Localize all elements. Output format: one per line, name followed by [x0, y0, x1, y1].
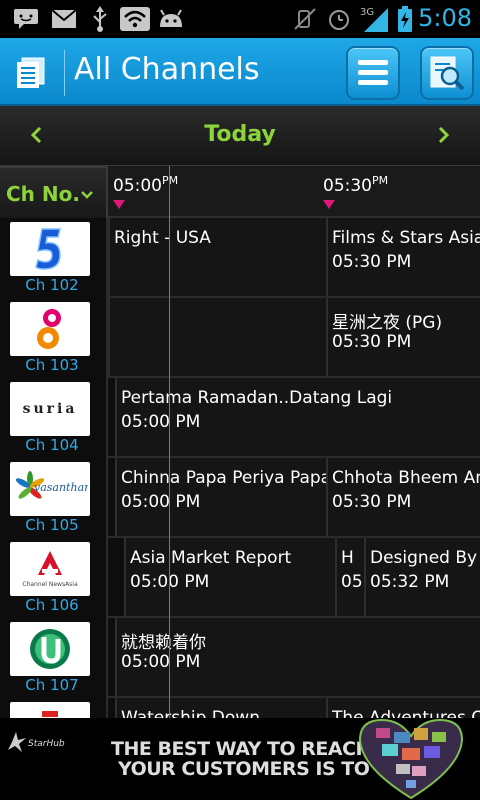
- program-time: 05: [341, 572, 363, 592]
- channel-number-label: Ch No.: [6, 182, 80, 206]
- program-cell[interactable]: [108, 298, 326, 376]
- program-title: Chinna Papa Periya Papa: [121, 468, 326, 488]
- network-type-label: 3G: [360, 7, 374, 18]
- gmail-icon: [50, 6, 78, 32]
- program-time: 05:32 PM: [370, 572, 450, 592]
- menu-button[interactable]: [346, 46, 400, 100]
- program-time: 05:00 PM: [121, 492, 201, 512]
- chevron-down-icon: [80, 188, 94, 204]
- starhub-logo-text: StarHub: [28, 739, 65, 749]
- program-title: 就想赖着你: [121, 633, 206, 653]
- channel-5-logo: [10, 222, 90, 276]
- list-document-icon[interactable]: [14, 56, 48, 90]
- vasantham-logo: vasantham: [10, 462, 90, 516]
- program-title: 星洲之夜 (PG): [332, 313, 443, 333]
- time-slot-0530: 05:30PM: [323, 174, 389, 196]
- channel-cell[interactable]: Channel NewsAsia Ch 106: [0, 538, 108, 618]
- current-day-label: Today: [204, 122, 276, 147]
- program-title: Films & Stars Asia: [332, 228, 480, 248]
- channel-cell[interactable]: Ch 103: [0, 298, 108, 378]
- battery-icon: [396, 6, 414, 32]
- time-tick-marker: [323, 200, 335, 209]
- page-title: All Channels: [74, 52, 260, 87]
- channel-row: Ch 102 Right - USA Films & Stars Asia 05…: [0, 218, 480, 298]
- channel-number: Ch 105: [25, 516, 79, 534]
- program-title: Designed By L: [370, 548, 480, 568]
- program-cell[interactable]: Asia Market Report 05:00 PM: [124, 538, 335, 616]
- channel-row: vasantham Ch 105 Chinna Papa Periya Papa…: [0, 458, 480, 538]
- program-time: 05:30 PM: [332, 252, 412, 272]
- channel-cell[interactable]: Ch 102: [0, 218, 108, 298]
- time-slot-label: 05:30: [323, 176, 372, 196]
- action-bar-divider: [64, 50, 65, 96]
- newsasia-logo-text: Channel NewsAsia: [22, 581, 78, 588]
- chevron-right-icon: [438, 126, 450, 144]
- channel-number: Ch 103: [25, 356, 79, 374]
- current-time-indicator: [169, 166, 170, 722]
- status-bar: 3G 5:08: [0, 0, 480, 38]
- mute-icon: [292, 6, 318, 32]
- suria-logo-text: suria: [22, 401, 78, 417]
- search-list-icon: [430, 56, 465, 91]
- program-title: Right - USA: [114, 228, 211, 248]
- channel-number: Ch 106: [25, 596, 79, 614]
- channel-number: Ch 102: [25, 276, 79, 294]
- channel-newsasia-logo: Channel NewsAsia: [10, 542, 90, 596]
- alarm-icon: [326, 6, 352, 32]
- program-time: 05:00 PM: [121, 412, 201, 432]
- program-cell[interactable]: Designed By L 05:32 PM: [364, 538, 480, 616]
- program-time: 05:30 PM: [332, 332, 412, 352]
- channel-row: suria Ch 104 Pertama Ramadan..Datang Lag…: [0, 378, 480, 458]
- channel-row: Ch 107 就想赖着你 05:00 PM: [0, 618, 480, 698]
- chat-icon: [12, 6, 40, 32]
- program-cell[interactable]: Right - USA: [108, 218, 326, 296]
- program-title: H: [341, 548, 354, 568]
- next-day-button[interactable]: [428, 120, 458, 150]
- channel-cell[interactable]: Ch 107: [0, 618, 108, 698]
- menu-icon: [358, 60, 388, 85]
- wifi-icon: [120, 6, 150, 32]
- channel-number: Ch 107: [25, 676, 79, 694]
- channel-number: Ch 104: [25, 436, 79, 454]
- suria-logo: suria: [10, 382, 90, 436]
- channel-number-sort[interactable]: Ch No.: [0, 166, 108, 218]
- program-time: 05:30 PM: [332, 492, 412, 512]
- channel-row: Channel NewsAsia Ch 106 Asia Market Repo…: [0, 538, 480, 618]
- search-button[interactable]: [420, 46, 474, 100]
- program-title: Chhota Bheem Anim: [332, 468, 480, 488]
- ad-banner[interactable]: StarHub THE BEST WAY TO REACH YOUR CUSTO…: [0, 718, 480, 800]
- time-slot-ampm: PM: [162, 174, 179, 187]
- android-icon: [156, 6, 186, 32]
- timeline-header: Ch No. 05:00PM 05:30PM: [0, 166, 480, 218]
- channel-8-logo: [10, 302, 90, 356]
- program-cell[interactable]: H 05: [335, 538, 364, 616]
- usb-icon: [88, 6, 112, 32]
- action-bar: All Channels: [0, 38, 480, 106]
- program-cell[interactable]: Chinna Papa Periya Papa 05:00 PM: [115, 458, 326, 536]
- vasantham-logo-text: vasantham: [34, 481, 88, 494]
- program-title: Asia Market Report: [130, 548, 292, 568]
- starhub-logo: StarHub: [6, 728, 66, 757]
- channel-cell[interactable]: vasantham Ch 105: [0, 458, 108, 538]
- time-slot-label: 05:00: [113, 176, 162, 196]
- heart-collage-image: [352, 718, 470, 800]
- program-time: 05:00 PM: [121, 652, 201, 672]
- status-time: 5:08: [418, 4, 472, 32]
- channel-row: Ch 103 星洲之夜 (PG) 05:30 PM: [0, 298, 480, 378]
- time-tick-marker: [113, 200, 125, 209]
- program-cell[interactable]: Chhota Bheem Anim 05:30 PM: [326, 458, 480, 536]
- program-cell[interactable]: Films & Stars Asia 05:30 PM: [326, 218, 480, 296]
- channel-cell[interactable]: suria Ch 104: [0, 378, 108, 458]
- program-title: Pertama Ramadan..Datang Lagi: [121, 388, 393, 408]
- channel-u-logo: [10, 622, 90, 676]
- signal-icon: 3G: [360, 6, 390, 32]
- date-navigator: Today: [0, 106, 480, 166]
- program-cell[interactable]: 星洲之夜 (PG) 05:30 PM: [326, 298, 480, 376]
- ad-headline-2: YOUR CUSTOMERS IS TO: [118, 758, 370, 780]
- time-slot-ampm: PM: [372, 174, 389, 187]
- ad-headline-1: THE BEST WAY TO REACH: [111, 738, 371, 760]
